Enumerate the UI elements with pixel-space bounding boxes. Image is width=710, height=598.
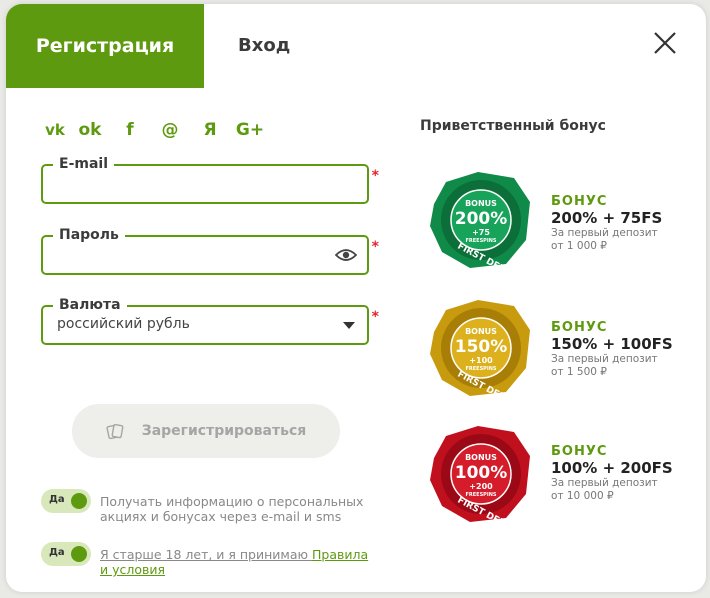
required-mark: * bbox=[371, 309, 379, 325]
consent-toggle-age[interactable]: Да bbox=[41, 542, 91, 566]
svg-text:150%: 150% bbox=[455, 337, 508, 357]
vk-icon[interactable]: vk bbox=[40, 117, 70, 143]
toggle-label: Да bbox=[49, 547, 65, 558]
social-login-bar: vk ok f @ Я G+ bbox=[40, 117, 270, 143]
cards-icon bbox=[106, 423, 124, 440]
currency-label: Валюта bbox=[53, 295, 127, 315]
bonus-label: БОНУС bbox=[551, 444, 608, 459]
consent-age-label: Я старше 18 лет, и я принимаю bbox=[100, 547, 312, 562]
tab-register[interactable]: Регистрация bbox=[6, 4, 204, 88]
bonus-label: БОНУС bbox=[551, 194, 608, 209]
svg-text:+100: +100 bbox=[469, 356, 493, 365]
bonus-min: от 1 500 ₽ bbox=[551, 366, 607, 378]
consent-promo-text: Получать информацию о персональных акция… bbox=[100, 494, 364, 524]
consent-age-text: Я старше 18 лет, и я принимаю Правила и … bbox=[100, 547, 380, 577]
email-field[interactable]: E-mail * bbox=[41, 154, 379, 204]
facebook-icon[interactable]: f bbox=[110, 117, 150, 143]
register-button-label: Зарегистрироваться bbox=[141, 423, 307, 439]
bonus-desc: За первый депозит bbox=[551, 227, 658, 239]
bonus-info-2: БОНУС 150% + 100FS За первый депозит от … bbox=[551, 320, 673, 379]
password-field[interactable]: Пароль * bbox=[41, 225, 379, 275]
toggle-knob bbox=[71, 493, 87, 509]
toggle-label: Да bbox=[49, 494, 65, 505]
registration-modal: Регистрация Вход vk ok f @ Я G+ E-mail *… bbox=[6, 4, 706, 592]
svg-text:FREESPINS: FREESPINS bbox=[465, 492, 496, 498]
bonus-badge-100: BONUS 100% +200 FREESPINS FIRST DEPOSIT bbox=[430, 426, 530, 528]
odnoklassniki-icon[interactable]: ok bbox=[70, 117, 110, 143]
svg-text:FREESPINS: FREESPINS bbox=[465, 366, 496, 372]
currency-select[interactable]: Валюта российский рубль * bbox=[41, 295, 379, 345]
email-label: E-mail bbox=[53, 154, 115, 174]
toggle-knob bbox=[71, 546, 87, 562]
svg-text:+200: +200 bbox=[469, 482, 493, 491]
bonus-badge-200: BONUS 200% +75 FREESPINS FIRST DEPOSIT bbox=[430, 172, 530, 274]
bonus-desc: За первый депозит bbox=[551, 353, 658, 365]
chevron-down-icon bbox=[343, 322, 355, 329]
svg-text:100%: 100% bbox=[455, 463, 508, 483]
consent-toggle-promo[interactable]: Да bbox=[41, 489, 91, 513]
bonus-desc: За первый депозит bbox=[551, 477, 658, 489]
close-icon[interactable] bbox=[650, 28, 680, 58]
bonus-badge-150: BONUS 150% +100 FREESPINS FIRST DEPOSIT bbox=[430, 300, 530, 402]
bonus-info-1: БОНУС 200% + 75FS За первый депозит от 1… bbox=[551, 194, 662, 253]
svg-text:200%: 200% bbox=[455, 209, 508, 229]
bonus-min: от 1 000 ₽ bbox=[551, 240, 607, 252]
bonus-label: БОНУС bbox=[551, 320, 608, 335]
bonus-amount: 200% + 75FS bbox=[551, 209, 663, 227]
google-plus-icon[interactable]: G+ bbox=[230, 117, 270, 143]
svg-text:FREESPINS: FREESPINS bbox=[465, 238, 496, 244]
svg-text:BONUS: BONUS bbox=[465, 199, 497, 208]
required-mark: * bbox=[371, 168, 379, 184]
bonus-info-3: БОНУС 100% + 200FS За первый депозит от … bbox=[551, 444, 673, 503]
mail-icon[interactable]: @ bbox=[150, 117, 190, 143]
register-button[interactable]: Зарегистрироваться bbox=[72, 404, 340, 458]
svg-text:BONUS: BONUS bbox=[465, 327, 497, 336]
bonus-amount: 150% + 100FS bbox=[551, 335, 673, 353]
tab-login[interactable]: Вход bbox=[238, 4, 290, 88]
password-label: Пароль bbox=[53, 225, 125, 245]
eye-icon[interactable] bbox=[335, 247, 357, 263]
required-mark: * bbox=[371, 239, 379, 255]
bonus-min: от 10 000 ₽ bbox=[551, 490, 614, 502]
welcome-bonus-title: Приветственный бонус bbox=[420, 118, 606, 134]
currency-value: российский рубль bbox=[57, 316, 190, 332]
svg-text:BONUS: BONUS bbox=[465, 453, 497, 462]
bonus-amount: 100% + 200FS bbox=[551, 459, 673, 477]
yandex-icon[interactable]: Я bbox=[190, 117, 230, 143]
svg-text:+75: +75 bbox=[472, 228, 490, 237]
